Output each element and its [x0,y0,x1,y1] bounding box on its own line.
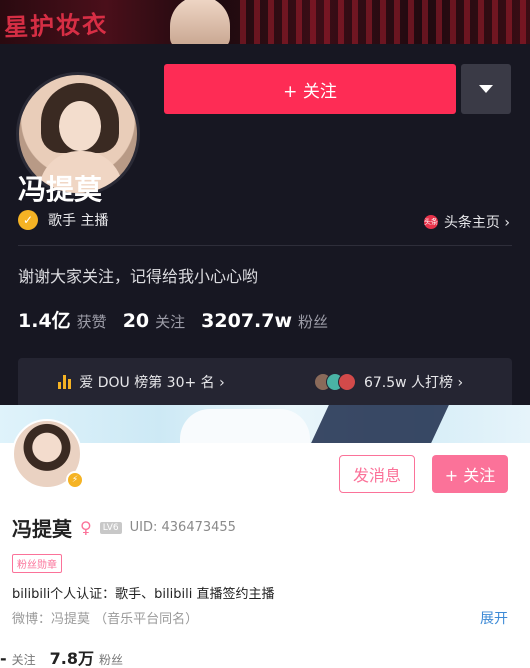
ranking-bar: 爱 DOU 榜第 30+ 名 › 67.5w 人打榜 › [18,358,512,405]
stat-number: 20 [122,310,150,332]
female-icon: ♀ [80,518,92,537]
more-options-button[interactable] [461,64,511,114]
bilibili-profile: ⚡ 发消息 + 关注 冯提莫 ♀ LV6 UID: 436473455 粉丝勋章… [0,405,530,668]
stat-label: 关注 [11,653,36,667]
banner-figure-image [170,0,230,44]
divider [18,245,512,246]
uid-text: UID: 436473455 [129,520,236,535]
certification-text: bilibili个人认证：歌手、bilibili 直播签约主播 [12,587,275,602]
stat-number: 7.8万 [49,649,95,668]
stat-number: - [0,649,7,668]
stat-number: 3207.7w [201,310,293,332]
stat-likes: 1.4亿 获赞 [18,306,107,333]
bar-chart-icon [58,374,72,389]
verification-text: 歌手 主播 [48,213,109,229]
toutiao-homepage-link[interactable]: 头条 头条主页 › [423,212,510,232]
stat-number: 1.4亿 [18,310,71,332]
fan-ranking-label: 67.5w 人打榜 › [363,374,464,391]
stat-label: 粉丝 [298,313,329,331]
weibo-text: 微博：冯提莫 （音乐平台同名） [12,612,199,627]
verified-check-icon: ✓ [18,210,38,230]
banner-text: 星护妆衣 [3,9,109,42]
fan-ranking-link[interactable]: 67.5w 人打榜 › [265,372,512,392]
bilibili-banner [0,405,530,443]
stat-label: 获赞 [76,313,107,331]
douyin-banner: 星护妆衣 [0,0,530,44]
stat-label: 粉丝 [99,653,124,667]
banner-pattern [240,0,530,44]
profile-name: 冯提莫 [18,173,103,206]
avatar-face [59,101,101,151]
banner-shape [180,409,310,443]
expand-link[interactable]: 展开 [480,608,508,628]
verified-badge-icon: ⚡ [66,471,84,489]
stat-followers[interactable]: 7.8万 粉丝 [50,645,123,668]
stat-followers[interactable]: 3207.7w 粉丝 [201,310,328,332]
verification-row: ✓ 歌手 主播 [18,210,108,230]
douyin-profile-body: + 关注 冯提莫 ✓ 歌手 主播 头条 头条主页 › 谢谢大家关注，记得给我小心… [0,44,530,405]
dou-ranking-label: 爱 DOU 榜第 30+ 名 › [79,374,225,391]
douyin-profile: 星护妆衣 + 关注 冯提莫 ✓ 歌手 主播 头条 头条主页 › 谢谢大家关注，记… [0,0,530,405]
dou-ranking-link[interactable]: 爱 DOU 榜第 30+ 名 › [18,372,265,392]
profile-bio: 谢谢大家关注，记得给我小心心哟 [18,267,259,286]
fan-medal-badge[interactable]: 粉丝勋章 [12,554,62,573]
send-message-button[interactable]: 发消息 [339,455,415,493]
chevron-down-icon [479,85,493,93]
follow-button[interactable]: + 关注 [164,64,456,114]
stats-row: - 关注 7.8万 粉丝 [0,645,123,668]
stat-label: 关注 [155,313,186,331]
fan-avatars-icon [313,372,356,391]
banner-shape [311,405,449,443]
profile-name: 冯提莫 [12,517,72,541]
stats-row: 1.4亿 获赞 20 关注 3207.7w 粉丝 [18,306,328,333]
stat-following[interactable]: - 关注 [0,649,36,668]
toutiao-icon: 头条 [423,215,438,229]
follow-button[interactable]: + 关注 [432,455,508,493]
toutiao-homepage-label: 头条主页 › [443,215,510,231]
stat-following[interactable]: 20 关注 [123,310,185,332]
name-row: 冯提莫 ♀ LV6 UID: 436473455 [12,513,236,542]
level-badge: LV6 [99,521,122,534]
